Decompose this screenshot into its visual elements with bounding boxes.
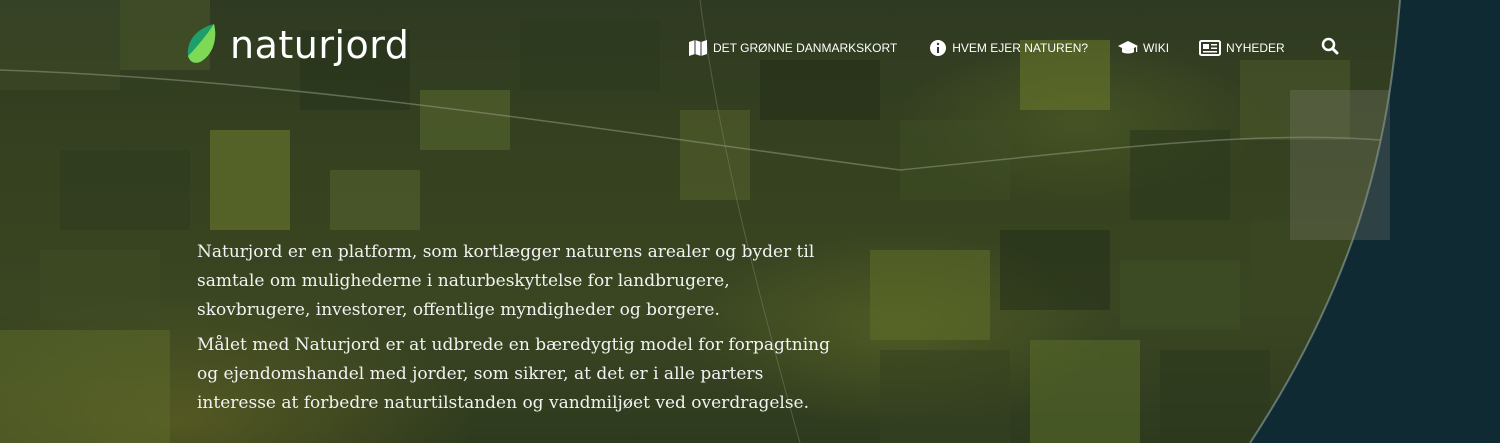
nav-item-wiki[interactable]: WIKI [1118,40,1169,56]
search-button[interactable] [1321,37,1339,58]
newspaper-icon [1199,39,1222,56]
intro-paragraph-1: Naturjord er en platform, som kortlægger… [197,242,815,320]
search-icon [1321,37,1339,58]
leaf-icon [184,22,220,69]
nav-label: DET GRØNNE DANMARKSKORT [713,40,898,55]
main-menu: DET GRØNNE DANMARKSKORT HVEM EJER NATURE… [688,37,1339,58]
nav-item-hvem-ejer[interactable]: HVEM EJER NATUREN? [929,39,1088,57]
graduation-cap-icon [1118,40,1139,56]
map-icon [688,38,708,58]
top-navigation: naturjord DET GRØNNE DANMARKSKORT HVEM E… [0,0,1500,95]
nav-label: HVEM EJER NATUREN? [952,40,1089,55]
nav-label: WIKI [1143,40,1170,55]
info-icon [929,39,947,57]
logo-text: naturjord [230,23,410,67]
site-logo[interactable]: naturjord [184,22,409,68]
hero-aerial-background: naturjord DET GRØNNE DANMARKSKORT HVEM E… [0,0,1500,443]
nav-label: NYHEDER [1226,40,1285,55]
intro-paragraph-2: Målet med Naturjord er at udbrede en bær… [197,335,830,413]
nav-item-danmarkskort[interactable]: DET GRØNNE DANMARKSKORT [688,38,897,58]
intro-text: Naturjord er en platform, som kortlægger… [197,238,847,424]
nav-item-nyheder[interactable]: NYHEDER [1199,39,1285,56]
